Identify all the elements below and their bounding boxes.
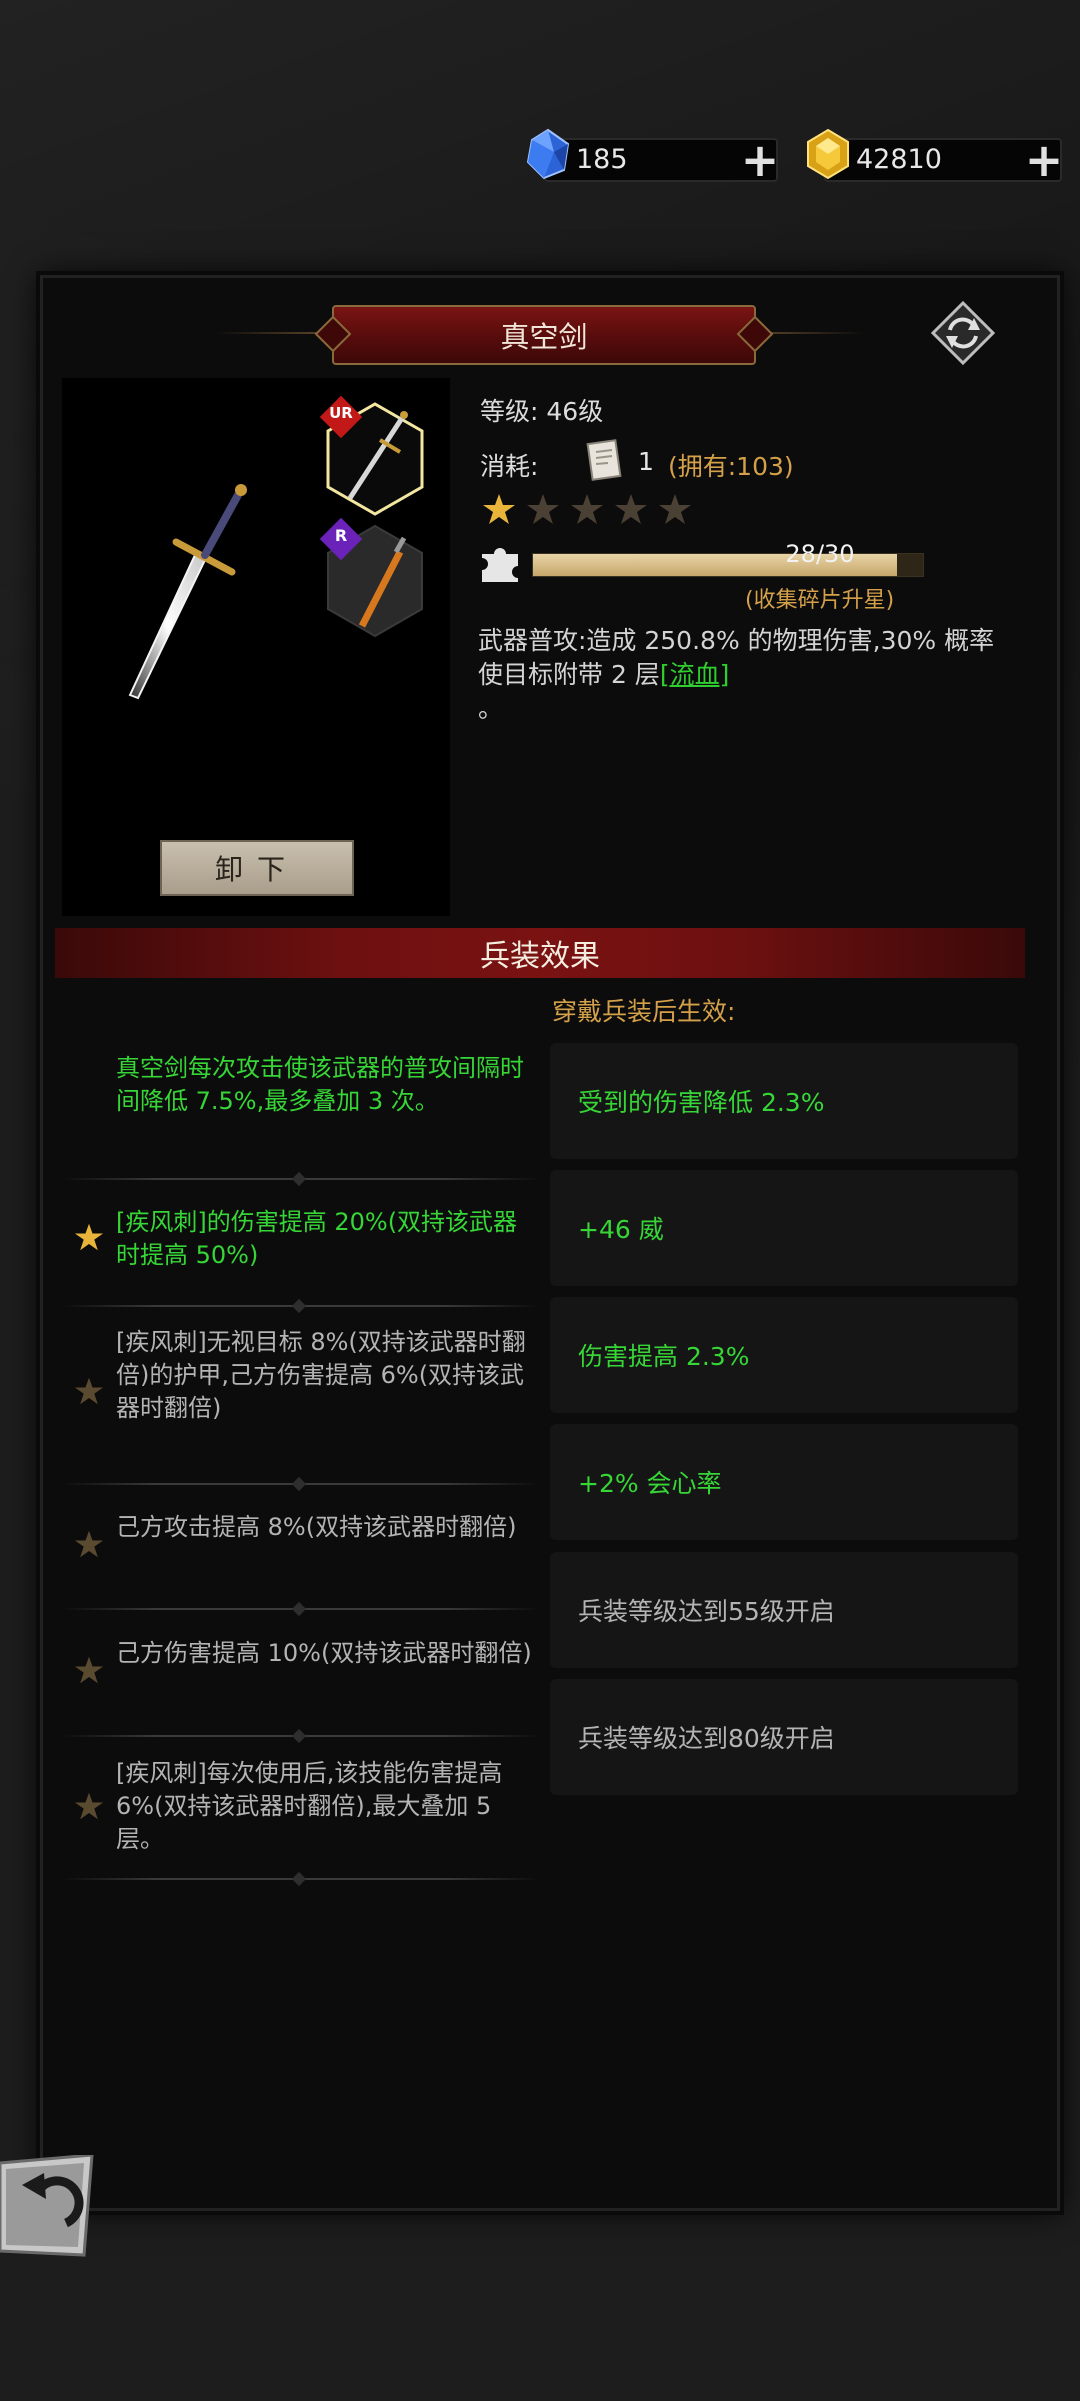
gold-gem-icon	[807, 128, 849, 180]
equip-effect-header: 穿戴兵装后生效:	[552, 997, 736, 1026]
star-empty-icon	[615, 494, 647, 524]
desc-text: 武器普攻:造成 250.8% 的物理伤害,30% 概率使目标附带 2 层	[478, 626, 995, 689]
right-effect-2: 伤害提高 2.3%	[550, 1297, 1018, 1413]
effect-divider	[62, 1483, 540, 1485]
right-effect-4: 兵装等级达到55级开启	[550, 1552, 1018, 1668]
left-effect-5: [疾风刺]每次使用后,该技能伤害提高 6%(双持该武器时翻倍),最大叠加 5 层…	[62, 1757, 540, 1862]
right-effect-text: 伤害提高 2.3%	[578, 1342, 750, 1371]
right-effect-text: 兵装等级达到55级开启	[578, 1597, 835, 1626]
add-gems-button[interactable]: +	[740, 137, 780, 183]
star-filled-icon	[483, 494, 515, 524]
star-filled-icon	[74, 1223, 104, 1251]
gem-amount: 185	[576, 144, 628, 175]
bleed-link[interactable]: [流血]	[660, 660, 730, 689]
ur-badge-label: UR	[329, 404, 353, 422]
left-effect-text: 己方攻击提高 8%(双持该武器时翻倍)	[116, 1513, 517, 1541]
left-effect-text: 己方伤害提高 10%(双持该武器时翻倍)	[116, 1639, 532, 1667]
level-row: 等级: 46级	[480, 392, 603, 428]
cost-amount: 1	[638, 447, 654, 476]
blue-gem-icon	[526, 128, 570, 180]
left-effect-1: [疾风刺]的伤害提高 20%(双持该武器时提高 50%)	[62, 1206, 540, 1301]
star-empty-icon	[571, 494, 603, 524]
star-empty-icon	[74, 1792, 104, 1820]
weapon-title-banner: 真空剑	[332, 305, 756, 365]
effect-divider	[62, 1878, 540, 1880]
star-empty-icon	[74, 1530, 104, 1558]
gem-currency: 185 +	[526, 128, 780, 183]
right-effect-3: +2% 会心率	[550, 1424, 1018, 1540]
star-empty-icon	[74, 1377, 104, 1405]
right-effect-text: +46 威	[578, 1215, 664, 1244]
weapon-description: 武器普攻:造成 250.8% 的物理伤害,30% 概率使目标附带 2 层[流血]…	[478, 624, 1008, 726]
star-empty-icon	[659, 494, 691, 524]
add-gold-button[interactable]: +	[1024, 137, 1064, 183]
effect-divider	[62, 1735, 540, 1737]
cost-owned: (拥有:103)	[668, 452, 794, 481]
weapon-name: 真空剑	[500, 320, 588, 354]
right-effect-text: 兵装等级达到80级开启	[578, 1724, 835, 1753]
effects-section-title: 兵装效果	[480, 939, 600, 974]
cost-row: 消耗:	[480, 447, 538, 483]
left-effect-text: [疾风刺]的伤害提高 20%(双持该武器时提高 50%)	[116, 1208, 518, 1269]
back-button[interactable]	[0, 2155, 96, 2260]
cost-label: 消耗:	[480, 452, 539, 481]
swap-icon[interactable]	[930, 300, 996, 366]
left-effect-4: 己方伤害提高 10%(双持该武器时翻倍)	[62, 1637, 540, 1707]
sword-image	[128, 484, 247, 700]
star-empty-icon	[74, 1656, 104, 1684]
fragment-count: 28/30	[785, 540, 855, 568]
unload-label: 卸下	[214, 853, 299, 886]
left-effect-text: [疾风刺]无视目标 8%(双持该武器时翻倍)的护甲,己方伤害提高 6%(双持该武…	[116, 1328, 526, 1422]
r-badge-label: R	[334, 526, 348, 545]
left-effect-text: 真空剑每次攻击使该武器的普攻间隔时间降低 7.5%,最多叠加 3 次。	[116, 1054, 524, 1115]
right-effect-5: 兵装等级达到80级开启	[550, 1679, 1018, 1795]
effect-divider	[62, 1178, 540, 1180]
right-effect-text: +2% 会心率	[578, 1469, 722, 1498]
right-effect-text: 受到的伤害降低 2.3%	[578, 1088, 825, 1117]
right-effect-0: 受到的伤害降低 2.3%	[550, 1043, 1018, 1159]
gold-amount: 42810	[856, 144, 942, 175]
right-effect-1: +46 威	[550, 1170, 1018, 1286]
level-value: 46级	[546, 397, 604, 426]
desc-tail: 。	[478, 694, 504, 723]
effect-divider	[62, 1305, 540, 1307]
level-label: 等级:	[480, 397, 539, 426]
left-effect-2: [疾风刺]无视目标 8%(双持该武器时翻倍)的护甲,己方伤害提高 6%(双持该武…	[62, 1326, 540, 1456]
left-effect-0: 真空剑每次攻击使该武器的普攻间隔时间降低 7.5%,最多叠加 3 次。	[62, 1052, 540, 1177]
unload-button[interactable]: 卸下	[160, 840, 354, 896]
effects-section-header: 兵装效果	[55, 928, 1025, 978]
gold-currency: 42810 +	[807, 128, 1064, 183]
star-empty-icon	[527, 494, 559, 524]
scroll-icon	[586, 439, 622, 481]
puzzle-piece-icon	[482, 548, 518, 582]
left-effect-3: 己方攻击提高 8%(双持该武器时翻倍)	[62, 1511, 540, 1581]
left-effect-text: [疾风刺]每次使用后,该技能伤害提高 6%(双持该武器时翻倍),最大叠加 5 层…	[116, 1759, 503, 1853]
effect-divider	[62, 1608, 540, 1610]
collect-hint: (收集碎片升星)	[745, 588, 895, 613]
